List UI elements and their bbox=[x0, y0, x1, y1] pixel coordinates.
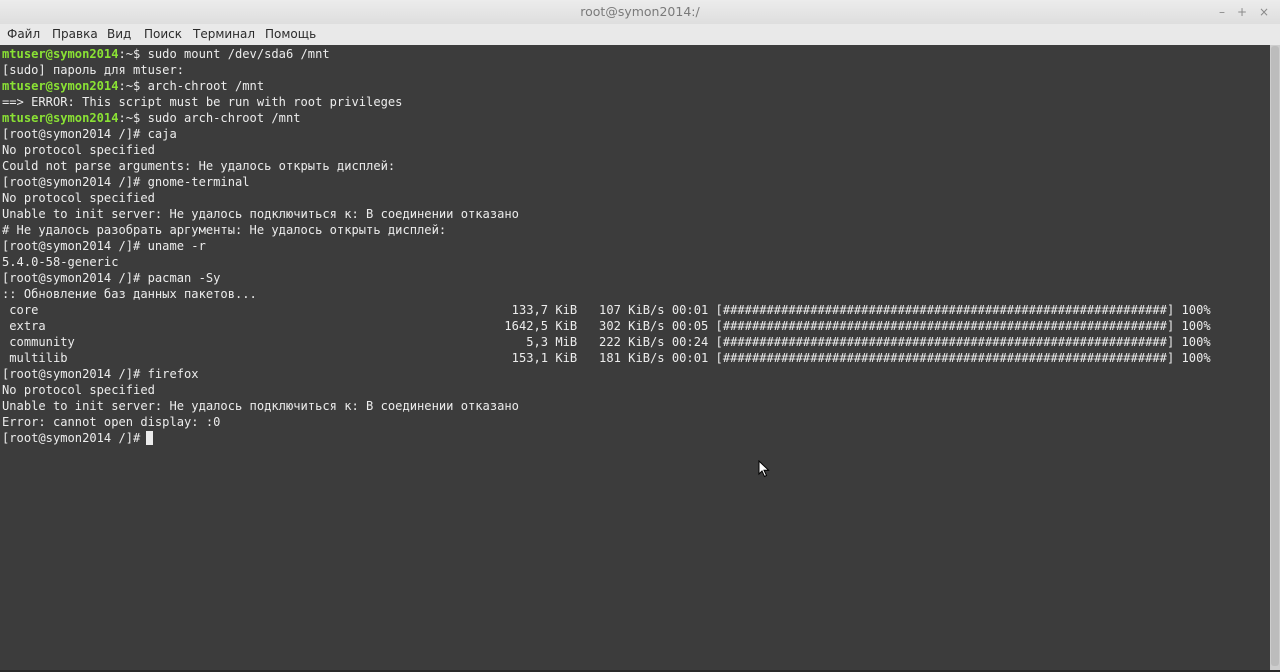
menu-file[interactable]: Файл bbox=[7, 27, 40, 41]
menu-bar: Файл Правка Вид Поиск Терминал Помощь bbox=[0, 24, 1280, 46]
text-cursor bbox=[146, 431, 153, 445]
prompt-command: :~$ sudo arch-chroot /mnt bbox=[118, 111, 301, 125]
terminal-line: mtuser@symon2014:~$ sudo mount /dev/sda6… bbox=[2, 46, 330, 62]
terminal-line: [root@symon2014 /]# uname -r bbox=[2, 239, 206, 253]
prompt-command: :~$ arch-chroot /mnt bbox=[118, 79, 265, 93]
terminal-line: [root@symon2014 /]# caja bbox=[2, 127, 177, 141]
terminal-line: # Не удалось разобрать аргументы: Не уда… bbox=[2, 223, 447, 237]
terminal-line: Error: cannot open display: :0 bbox=[2, 415, 221, 429]
menu-search[interactable]: Поиск bbox=[144, 27, 182, 41]
terminal-line: 5.4.0-58-generic bbox=[2, 255, 119, 269]
terminal-line: [root@symon2014 /]# gnome-terminal bbox=[2, 175, 250, 189]
terminal-line: extra 1642,5 KiB 302 KiB/s 00:05 [######… bbox=[2, 319, 1211, 333]
prompt-user-host: mtuser@symon2014 bbox=[2, 79, 119, 93]
scrollbar-thumb[interactable] bbox=[1271, 46, 1279, 666]
terminal-line: Could not parse arguments: Не удалось от… bbox=[2, 159, 396, 173]
terminal-line: No protocol specified bbox=[2, 143, 155, 157]
menu-edit[interactable]: Правка bbox=[52, 27, 98, 41]
menu-view[interactable]: Вид bbox=[107, 27, 131, 41]
terminal-line: core 133,7 KiB 107 KiB/s 00:01 [########… bbox=[2, 303, 1211, 317]
terminal-line: No protocol specified bbox=[2, 383, 155, 397]
prompt-user-host: mtuser@symon2014 bbox=[2, 111, 119, 125]
maximize-icon[interactable]: + bbox=[1232, 2, 1252, 22]
terminal-line: mtuser@symon2014:~$ arch-chroot /mnt bbox=[2, 78, 264, 94]
terminal-line: multilib 153,1 KiB 181 KiB/s 00:01 [####… bbox=[2, 351, 1211, 365]
terminal-line: [sudo] пароль для mtuser: bbox=[2, 63, 185, 77]
title-bar[interactable]: root@symon2014:/ – + × bbox=[0, 0, 1280, 24]
terminal-line: community 5,3 MiB 222 KiB/s 00:24 [#####… bbox=[2, 335, 1211, 349]
close-icon[interactable]: × bbox=[1254, 2, 1274, 22]
terminal-line: ==> ERROR: This script must be run with … bbox=[2, 95, 403, 109]
menu-help[interactable]: Помощь bbox=[265, 27, 316, 41]
terminal-line: :: Обновление баз данных пакетов... bbox=[2, 287, 257, 301]
terminal-line: [root@symon2014 /]# pacman -Sy bbox=[2, 271, 221, 285]
window-title: root@symon2014:/ bbox=[580, 4, 700, 19]
prompt-user-host: mtuser@symon2014 bbox=[2, 47, 119, 61]
vertical-scrollbar[interactable] bbox=[1270, 45, 1280, 670]
terminal-line: Unable to init server: Не удалось подклю… bbox=[2, 399, 519, 413]
terminal-line: [root@symon2014 /]# firefox bbox=[2, 367, 199, 381]
terminal-line: No protocol specified bbox=[2, 191, 155, 205]
menu-terminal[interactable]: Терминал bbox=[193, 27, 255, 41]
minimize-icon[interactable]: – bbox=[1212, 2, 1232, 22]
terminal-line: [root@symon2014 /]# bbox=[2, 431, 148, 445]
terminal-line: mtuser@symon2014:~$ sudo arch-chroot /mn… bbox=[2, 110, 301, 126]
mouse-pointer-icon bbox=[758, 460, 770, 478]
terminal-window: root@symon2014:/ – + × Файл Правка Вид П… bbox=[0, 0, 1280, 672]
terminal-line: Unable to init server: Не удалось подклю… bbox=[2, 207, 519, 221]
prompt-command: :~$ sudo mount /dev/sda6 /mnt bbox=[118, 47, 330, 61]
terminal-output[interactable]: mtuser@symon2014:~$ sudo mount /dev/sda6… bbox=[0, 45, 1270, 670]
